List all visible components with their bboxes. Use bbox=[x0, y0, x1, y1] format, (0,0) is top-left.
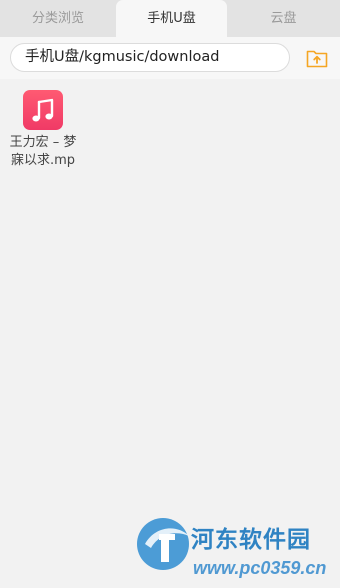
tab-phone-storage[interactable]: 手机U盘 bbox=[116, 0, 227, 37]
music-file-icon bbox=[23, 90, 63, 130]
path-bar: 手机U盘/kgmusic/download bbox=[0, 37, 340, 79]
tab-cloud-drive[interactable]: 云盘 bbox=[227, 0, 340, 37]
folder-up-icon bbox=[306, 50, 328, 68]
tab-category-browse[interactable]: 分类浏览 bbox=[0, 0, 116, 37]
watermark: 河东软件园 www.pc0359.cn bbox=[135, 514, 340, 588]
folder-up-button[interactable] bbox=[306, 48, 328, 68]
watermark-url: www.pc0359.cn bbox=[193, 558, 327, 578]
file-item[interactable]: 王力宏 – 梦寐以求.mp bbox=[0, 90, 86, 170]
tab-bar: 分类浏览 手机U盘 云盘 bbox=[0, 0, 340, 37]
file-name: 王力宏 – 梦寐以求.mp bbox=[9, 135, 77, 168]
watermark-title: 河东软件园 bbox=[191, 526, 311, 553]
watermark-logo-icon bbox=[137, 518, 189, 570]
path-input[interactable]: 手机U盘/kgmusic/download bbox=[10, 43, 290, 72]
